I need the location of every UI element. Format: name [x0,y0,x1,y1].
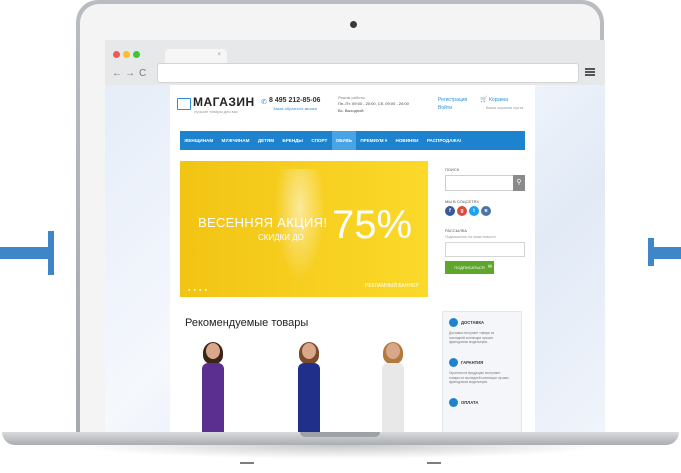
search-input[interactable] [445,175,514,191]
back-icon[interactable]: ← [112,68,122,79]
nav-item[interactable]: ПРЕМИУМ ▾ [356,131,391,150]
callback-link[interactable]: Заказ обратного звонка [273,106,317,111]
nav-item[interactable]: ОБУВЬ [331,131,357,150]
vk-icon[interactable]: в [481,206,491,216]
featured-title: Рекомендуемые товары [185,317,309,329]
search-button[interactable]: ⚲ [513,175,525,191]
cart-link[interactable]: Корзина [489,97,508,103]
arrow-left-tip [48,231,54,275]
feature-text: Гарантия на продукцию поступают товары и… [449,371,509,384]
feature-title: ОПЛАТА [461,400,479,405]
hours-text: Пн.-Пт. 09:00 - 20:00, Сб. 09:00 - 20:00 [338,101,409,106]
banner-subtitle: СКИДКИ ДО [258,233,304,242]
phone-icon: ✆ [261,99,267,106]
feature-title: ДОСТАВКА [461,320,485,325]
nav-item[interactable]: МУЖЧИНАМ [217,131,253,150]
laptop-screen: × ← → C МАГАЗИН лучшие товары для вас ✆ … [105,40,605,432]
feature-title: ГАРАНТИЯ [461,360,484,365]
hours-label: Режим работы [338,95,366,100]
minimize-window-button[interactable] [123,51,130,58]
reload-icon[interactable]: C [139,68,146,79]
laptop-shadow [70,445,611,459]
twitter-icon[interactable]: t [469,206,479,216]
product-card[interactable] [380,342,406,432]
browser-chrome: × ← → C [105,40,605,85]
hours-day-off: Вс. Выходной [338,108,364,113]
cart-icon[interactable]: 🛒 [480,96,487,103]
social-label: МЫ В СОЦСЕТЯХ [445,199,480,204]
banner-pager[interactable]: ● ● ● ● [188,287,208,292]
model-head [386,343,400,359]
close-window-button[interactable] [113,51,120,58]
newsletter-label: РАССЫЛКА [445,228,467,233]
newsletter-input[interactable] [445,242,525,257]
banner-percent: 75% [332,203,413,247]
nav-item[interactable]: РАСПРОДАЖА! [423,131,466,150]
feature-icon [449,358,458,367]
address-bar[interactable] [157,63,579,83]
features-panel: ДОСТАВКА Доставка поступает товары из пос… [442,311,522,432]
forward-icon[interactable]: → [125,68,135,79]
store-page: МАГАЗИН лучшие товары для вас ✆ 8 495 21… [170,85,535,432]
maximize-window-button[interactable] [133,51,140,58]
model-head [206,343,220,359]
nav-item[interactable]: ДЕТЯМ [254,131,279,150]
feature-icon [449,398,458,407]
model-body [298,363,320,432]
facebook-icon[interactable]: f [445,206,455,216]
browser-menu-icon[interactable] [585,68,595,70]
arrow-right-tip [648,238,654,266]
search-label: ПОИСК [445,167,460,172]
feature-text: Доставка поступает товары из последней к… [449,331,495,344]
store-tagline: лучшие товары для вас [194,109,238,114]
phone-number: 8 495 212-85-06 [269,97,321,104]
cart-status: Ваша корзина пуста [486,105,524,110]
model-head [302,343,316,359]
product-card[interactable] [296,342,322,432]
nav-item[interactable]: БРЕНДЫ [278,131,307,150]
newsletter-sub: Подпишитесь на наши новости [445,235,496,239]
laptop-foot [427,462,441,464]
laptop-foot [240,462,254,464]
feature-icon [449,318,458,327]
google-plus-icon[interactable]: g [457,206,467,216]
banner-caption: РЕКЛАМНЫЙ БАННЕР [365,283,419,289]
arrow-right-bar [652,247,681,259]
store-logo[interactable]: МАГАЗИН [193,95,255,109]
product-card[interactable] [200,342,226,432]
main-nav: ЖЕНЩИНАМ МУЖЧИНАМ ДЕТЯМ БРЕНДЫ СПОРТ ОБУВЬ ПРЕ… [180,131,525,150]
login-link[interactable]: Войти [438,105,452,111]
laptop-notch [300,432,380,437]
tab-close-icon[interactable]: × [217,52,221,58]
banner-title: ВЕСЕННЯЯ АКЦИЯ! [198,215,328,230]
nav-item[interactable]: СПОРТ [307,131,331,150]
subscribe-label: ПОДПИСАТЬСЯ [454,265,485,270]
bag-icon [177,98,191,110]
register-link[interactable]: Регистрация [438,97,467,103]
camera-icon [350,21,357,28]
model-body [202,363,224,432]
promo-banner[interactable]: ВЕСЕННЯЯ АКЦИЯ! СКИДКИ ДО 75% РЕКЛАМНЫЙ … [180,161,428,297]
nav-item[interactable]: НОВИНКИ [391,131,422,150]
arrow-left-bar [0,247,50,259]
model-body [382,363,404,432]
mail-icon: ✉ [487,264,493,270]
nav-item[interactable]: ЖЕНЩИНАМ [180,131,217,150]
browser-tab[interactable]: × [165,49,227,64]
